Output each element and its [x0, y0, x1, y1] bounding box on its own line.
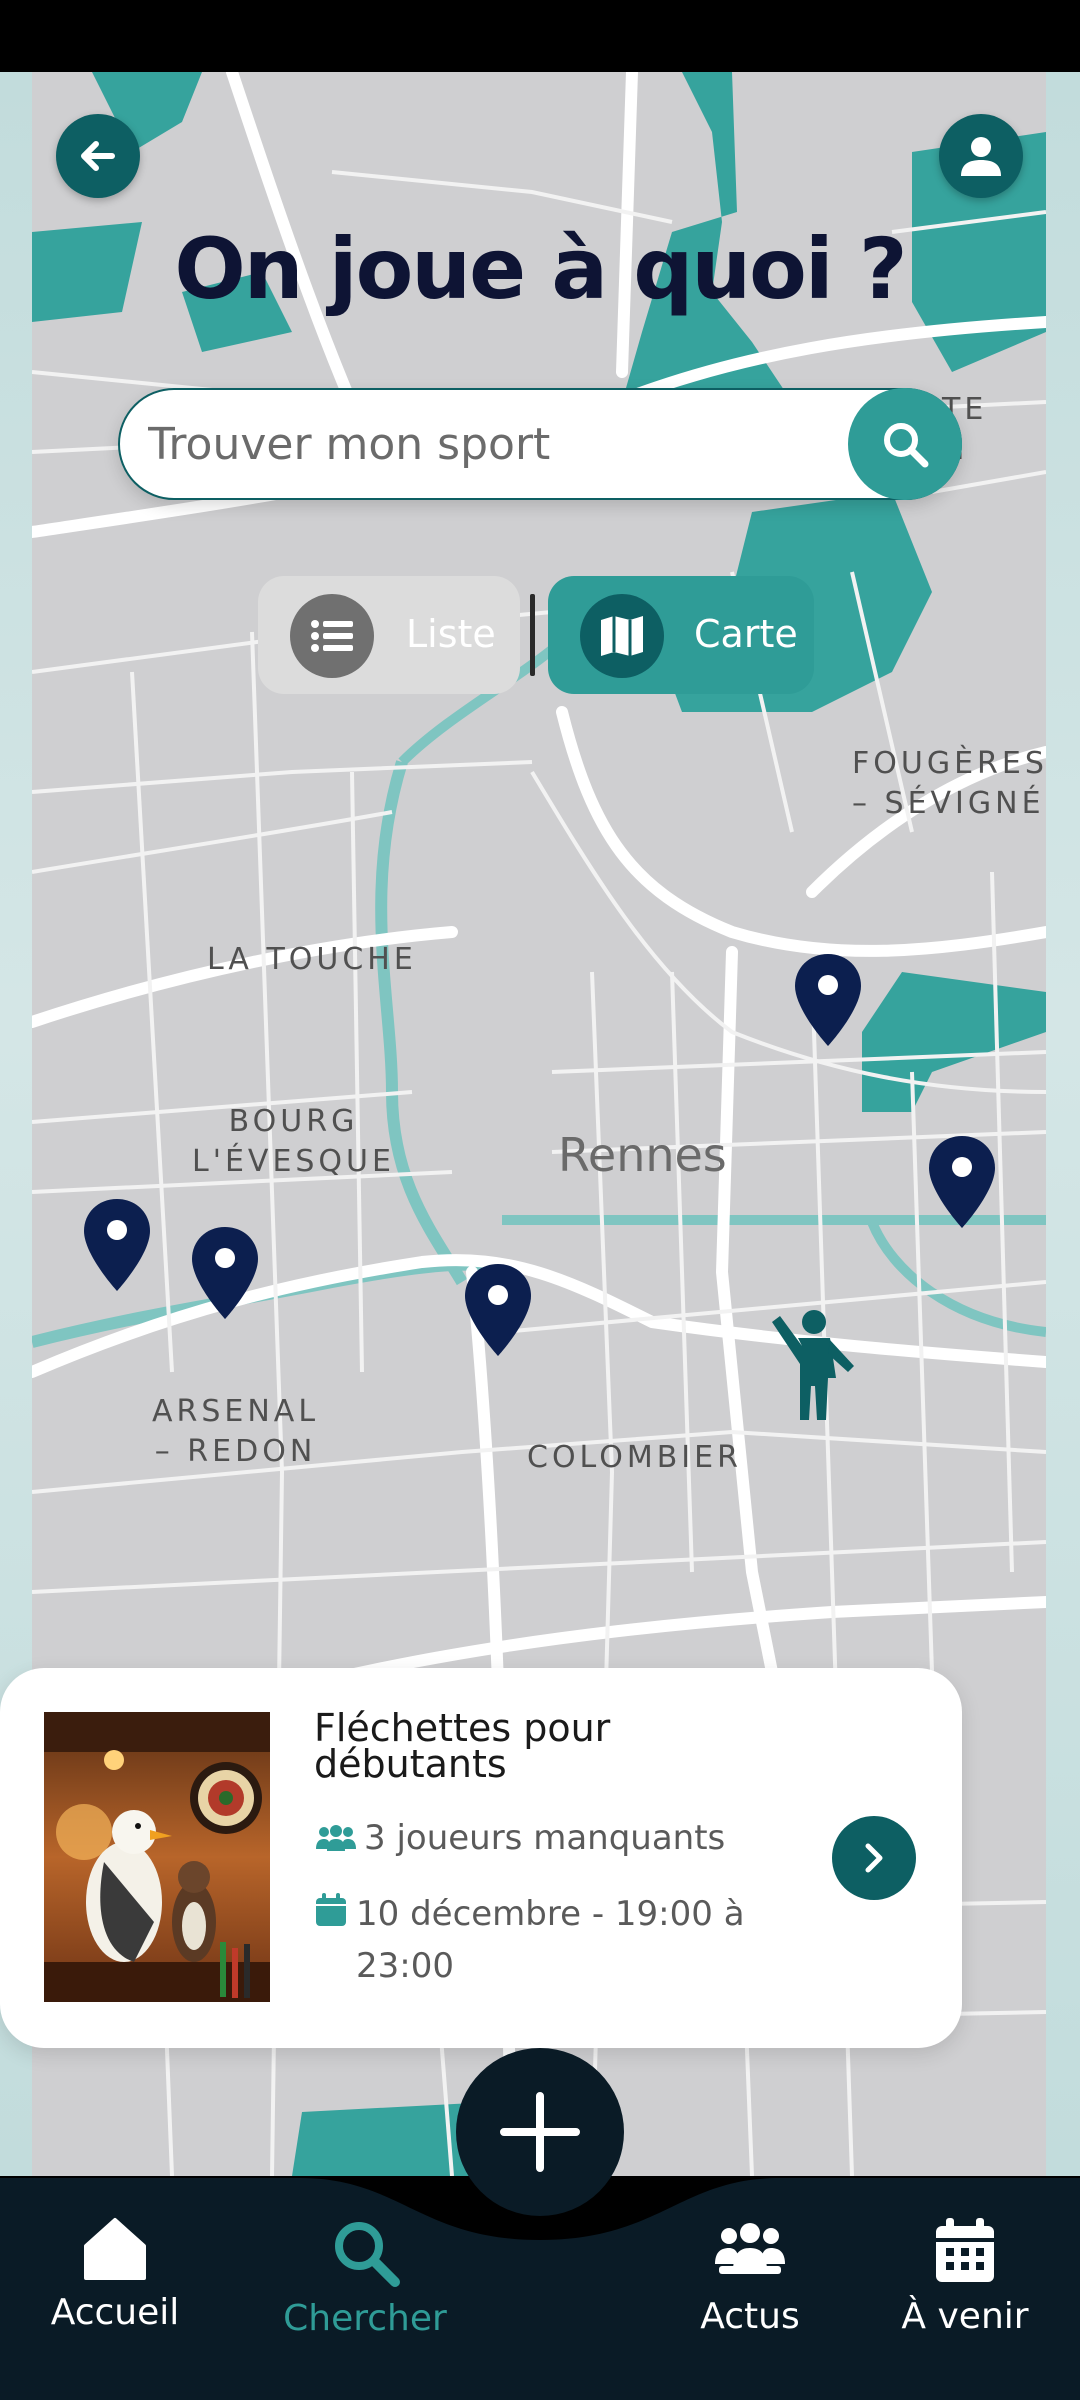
status-bar [0, 0, 1080, 72]
calendar-icon [316, 1893, 346, 1926]
event-open-button[interactable] [832, 1816, 916, 1900]
nav-item-label: Actus [700, 2296, 800, 2337]
district-label-arsenal-redon: ARSENAL – REDON [152, 1394, 320, 1469]
toggle-divider [530, 594, 535, 676]
map-pin-icon[interactable] [82, 1197, 152, 1293]
event-players-row: 3 joueurs manquants [314, 1818, 725, 1858]
map-pin-icon[interactable] [793, 952, 863, 1048]
page-title: On joue à quoi ? [174, 220, 907, 318]
chevron-right-icon [865, 1843, 883, 1873]
nav-item-upcoming[interactable]: À venir [890, 2216, 1040, 2337]
nav-item-label: Accueil [50, 2292, 180, 2333]
arrow-left-icon [81, 141, 115, 171]
user-icon [961, 137, 1001, 176]
search-bar [118, 388, 962, 500]
view-toggle-list[interactable]: Liste [258, 576, 520, 694]
search-icon [884, 423, 929, 468]
district-label-bourg-levesque: BOURG L'ÉVESQUE [192, 1104, 395, 1179]
district-label-fougeres: FOUGÈRES – SÉVIGNÉ [852, 746, 1046, 821]
nav-item-search[interactable]: Chercher [270, 2216, 460, 2339]
district-label-colombier: COLOMBIER [527, 1440, 742, 1475]
user-location-icon [772, 1310, 854, 1420]
search-button[interactable] [848, 388, 962, 500]
search-icon [335, 2222, 400, 2287]
nav-item-label: À venir [901, 2296, 1029, 2337]
back-button[interactable] [56, 114, 140, 198]
nav-item-news[interactable]: Actus [680, 2222, 820, 2337]
map-pin-icon[interactable] [190, 1225, 260, 1321]
view-toggle-list-label: Liste [406, 612, 496, 656]
view-toggle-map-label: Carte [694, 612, 798, 656]
calendar-icon [936, 2218, 994, 2282]
map-pin-icon[interactable] [463, 1262, 533, 1358]
group-icon [715, 2223, 785, 2274]
nav-item-home[interactable]: Accueil [40, 2216, 190, 2333]
event-players: 3 joueurs manquants [364, 1818, 726, 1858]
users-icon [316, 1824, 356, 1851]
add-button[interactable] [456, 2048, 624, 2216]
event-date: 10 décembre - 19:00 à 23:00 [356, 1894, 745, 1986]
event-card[interactable]: Fléchettes pour débutants 3 joueurs manq… [0, 1668, 962, 2048]
map-icon [580, 594, 664, 678]
plus-icon [500, 2092, 580, 2172]
list-icon [290, 594, 374, 678]
view-toggle-map[interactable]: Carte [548, 576, 814, 694]
search-input[interactable] [148, 390, 848, 498]
event-image [44, 1712, 270, 2002]
map-pin-icon[interactable] [927, 1134, 997, 1230]
event-title: Fléchettes pour débutants [314, 1706, 611, 1786]
nav-item-label: Chercher [283, 2298, 447, 2339]
city-label: Rennes [558, 1128, 727, 1182]
profile-button[interactable] [939, 114, 1023, 198]
district-label-la-touche: LA TOUCHE [207, 942, 417, 977]
home-icon [84, 2218, 146, 2280]
